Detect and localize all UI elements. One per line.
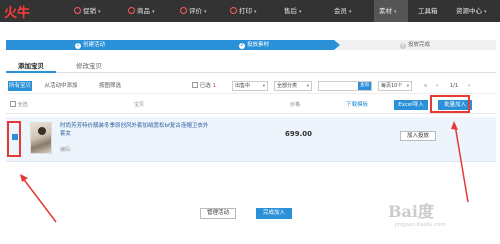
manage-activity-button[interactable]: 管理活动	[200, 208, 236, 219]
nav-item-print[interactable]: 打印 ▾	[230, 0, 257, 22]
item-code: 编码:	[60, 147, 72, 153]
add-from-activity-button[interactable]: 从活动中添加	[36, 81, 86, 91]
tab-edit-item[interactable]: 修改宝贝	[76, 60, 102, 73]
step-arrow-icon	[334, 40, 340, 50]
col-item-header: 宝贝	[134, 102, 145, 108]
filter-bar: 所有宝贝 从活动中添加 按图筛选 已选 1 出售中 ▾ 全部分类 ▾ 查询 每页10…	[6, 80, 496, 94]
col-price-header: 价格	[290, 102, 301, 108]
tab-bar: 添加宝贝 修改宝贝	[6, 60, 496, 73]
next-page-arrow[interactable]: ›	[468, 81, 470, 91]
brand-logo[interactable]: 火牛	[4, 2, 30, 21]
chevron-down-icon: ▾	[98, 9, 101, 15]
nav-item-promotion[interactable]: 促销 ▾	[74, 0, 101, 22]
select-all[interactable]: 全选	[10, 97, 28, 114]
nav-item-products[interactable]: 商品 ▾	[128, 0, 155, 22]
annotation-box-checkbox	[7, 121, 21, 157]
select-all-checkbox[interactable]	[10, 101, 16, 107]
chevron-down-icon: ▾	[299, 9, 302, 15]
step-arrow-icon	[174, 40, 180, 50]
chevron-down-icon: ▾	[204, 9, 207, 15]
selected-filter[interactable]: 已选 1	[192, 81, 216, 91]
chevron-down-icon: ▾	[406, 84, 409, 89]
chevron-down-icon: ▾	[484, 9, 487, 15]
nav-item-resource-center[interactable]: 资源中心 ▾	[456, 0, 487, 22]
prev-page-button[interactable]: «	[424, 81, 427, 91]
item-title[interactable]: 时尚芳芳特价靓装冬季原创风外套加绒宽松bf复古连帽卫衣外套女	[60, 122, 210, 138]
page-indicator: 1/1	[450, 83, 459, 89]
add-to-delivery-button[interactable]: 加入投放	[400, 131, 436, 141]
download-template-link[interactable]: 下载模板	[346, 97, 368, 114]
item-thumbnail[interactable]	[30, 122, 52, 154]
step-progress: 1 创建活动 2 投放素材 3 投放完成	[6, 40, 496, 50]
chevron-down-icon: ▾	[306, 84, 309, 89]
chevron-down-icon: ▾	[394, 9, 397, 15]
promotion-icon	[74, 7, 81, 14]
print-icon	[230, 7, 237, 14]
item-price: 699.00	[285, 130, 313, 138]
watermark-url: jingyan.baidu.com	[395, 222, 446, 228]
reviews-icon	[180, 7, 187, 14]
nav-item-reviews[interactable]: 评价 ▾	[180, 0, 207, 22]
products-icon	[128, 7, 135, 14]
watermark-logo: Bai度	[388, 202, 434, 221]
filter-all-items-button[interactable]: 所有宝贝	[8, 81, 32, 91]
step-create-activity: 1 创建活动	[6, 40, 174, 50]
nav-item-toolbox[interactable]: 工具箱	[418, 0, 438, 22]
prev-page-arrow[interactable]: ‹	[436, 81, 438, 91]
sale-status-select[interactable]: 出售中 ▾	[232, 81, 268, 91]
tab-add-item[interactable]: 添加宝贝	[6, 60, 56, 73]
table-header: 全选 宝贝 价格 下载模板 Excel导入 批量加入	[6, 97, 496, 114]
excel-import-button[interactable]: Excel导入	[394, 100, 428, 110]
filter-by-image-button[interactable]: 按图筛选	[92, 81, 128, 91]
chevron-down-icon: ▾	[152, 9, 155, 15]
step-deliver-material: 2 投放素材	[174, 40, 334, 50]
chevron-down-icon: ▾	[262, 84, 265, 89]
nav-item-aftersales[interactable]: 售后 ▾	[284, 0, 302, 22]
nav-item-materials[interactable]: 素材 ▾	[374, 0, 408, 22]
chevron-down-icon: ▾	[254, 9, 257, 15]
top-nav: 火牛 促销 ▾ 商品 ▾ 评价 ▾ 打印 ▾ 售后 ▾ 会员 ▾ 素材 ▾ 工具箱 资源中心 ▾	[0, 0, 500, 22]
chevron-down-icon: ▾	[349, 9, 352, 15]
search-button[interactable]: 查询	[358, 82, 371, 90]
annotation-box-batch-add	[430, 95, 470, 113]
step-complete: 3 投放完成	[334, 40, 496, 50]
nav-item-members[interactable]: 会员 ▾	[334, 0, 352, 22]
per-page-select[interactable]: 每页10个 ▾	[378, 81, 412, 91]
finish-add-button[interactable]: 完成加入	[256, 208, 292, 219]
selected-checkbox[interactable]	[192, 82, 198, 88]
category-select[interactable]: 全部分类 ▾	[274, 81, 312, 91]
